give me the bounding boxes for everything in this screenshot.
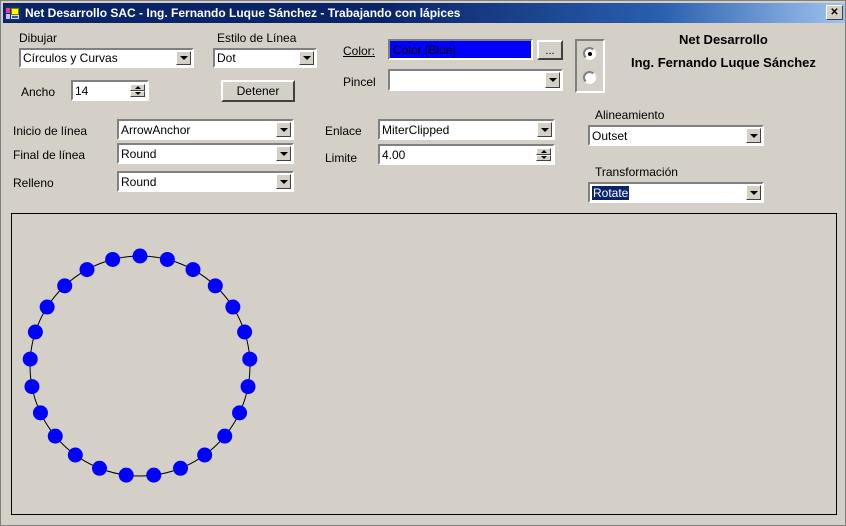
relleno-label: Relleno bbox=[13, 176, 54, 190]
alineamiento-combo[interactable]: Outset bbox=[588, 125, 764, 146]
dibujar-label: Dibujar bbox=[19, 31, 58, 45]
radio-group-panel bbox=[575, 39, 605, 93]
client-area: Dibujar Círculos y Curvas Ancho 14 Inici… bbox=[3, 25, 845, 525]
final-linea-value: Round bbox=[121, 146, 157, 161]
plot-dot bbox=[197, 447, 213, 463]
enlace-value: MiterClipped bbox=[382, 122, 450, 137]
plot-dot bbox=[185, 262, 201, 278]
color-label-text: Color: bbox=[343, 44, 376, 58]
plot-dot bbox=[39, 299, 55, 315]
inicio-linea-label: Inicio de línea bbox=[13, 124, 88, 138]
final-linea-label: Final de línea bbox=[13, 148, 86, 162]
ancho-spin-buttons[interactable] bbox=[130, 84, 145, 97]
estilo-linea-value: Dot bbox=[217, 51, 236, 65]
transformacion-label: Transformación bbox=[595, 165, 678, 179]
plot-dot bbox=[242, 351, 258, 367]
plot-dot bbox=[146, 467, 162, 483]
ancho-value: 14 bbox=[75, 83, 89, 98]
branding-line-2: Ing. Fernando Luque Sánchez bbox=[631, 55, 816, 70]
drawing-surface bbox=[22, 248, 258, 483]
chevron-down-icon[interactable] bbox=[537, 122, 552, 137]
window-title: Net Desarrollo SAC - Ing. Fernando Luque… bbox=[25, 6, 461, 20]
chevron-down-icon[interactable] bbox=[276, 122, 291, 137]
plot-dot bbox=[92, 460, 108, 476]
chevron-down-icon[interactable] bbox=[176, 51, 191, 65]
close-button[interactable]: ✕ bbox=[826, 5, 843, 20]
relleno-combo[interactable]: Round bbox=[117, 171, 294, 192]
dibujar-combo[interactable]: Círculos y Curvas bbox=[19, 48, 194, 68]
spin-down-icon[interactable] bbox=[130, 90, 145, 97]
plot-dot bbox=[79, 262, 95, 278]
window-frame: Net Desarrollo SAC - Ing. Fernando Luque… bbox=[0, 0, 846, 526]
chevron-down-icon[interactable] bbox=[299, 51, 314, 65]
enlace-combo[interactable]: MiterClipped bbox=[378, 119, 555, 140]
plot-dot bbox=[22, 351, 38, 367]
plot-dot bbox=[225, 299, 241, 315]
final-linea-combo[interactable]: Round bbox=[117, 143, 294, 164]
drawing-canvas[interactable] bbox=[11, 213, 837, 515]
chevron-down-icon[interactable] bbox=[746, 185, 761, 200]
chevron-down-icon[interactable] bbox=[545, 72, 560, 88]
limite-label: Limite bbox=[325, 151, 358, 165]
plot-dot bbox=[105, 251, 121, 267]
inicio-linea-combo[interactable]: ArrowAnchor bbox=[117, 119, 294, 140]
pincel-label: Pincel bbox=[343, 75, 376, 89]
chevron-down-icon[interactable] bbox=[746, 128, 761, 143]
limite-stepper[interactable]: 4.00 bbox=[378, 144, 555, 165]
title-bar: Net Desarrollo SAC - Ing. Fernando Luque… bbox=[3, 3, 845, 23]
chevron-down-icon[interactable] bbox=[276, 146, 291, 161]
estilo-linea-label: Estilo de Línea bbox=[217, 31, 297, 45]
transformacion-combo[interactable]: Rotate bbox=[588, 182, 764, 203]
limite-spin-buttons[interactable] bbox=[536, 148, 551, 161]
branding-line-1: Net Desarrollo bbox=[679, 32, 768, 47]
color-browse-button[interactable]: ... bbox=[537, 40, 563, 60]
plot-dot bbox=[159, 251, 175, 267]
plot-dot bbox=[237, 324, 253, 340]
radio-option-1[interactable] bbox=[583, 47, 596, 60]
plot-dot bbox=[118, 467, 134, 483]
alineamiento-value: Outset bbox=[592, 128, 628, 143]
plot-dot bbox=[132, 248, 148, 264]
window-buttons: ✕ bbox=[826, 5, 843, 20]
application-window: Net Desarrollo SAC - Ing. Fernando Luque… bbox=[0, 0, 846, 526]
limite-value: 4.00 bbox=[382, 147, 406, 162]
spin-down-icon[interactable] bbox=[536, 154, 551, 161]
color-swatch[interactable]: Color [Blue] bbox=[388, 39, 533, 60]
plot-dot bbox=[47, 428, 63, 444]
radio-option-2[interactable] bbox=[583, 71, 596, 84]
plot-dot bbox=[57, 278, 73, 294]
ancho-label: Ancho bbox=[21, 85, 56, 99]
color-value: Color [Blue] bbox=[393, 42, 456, 57]
plot-dot bbox=[232, 405, 248, 421]
enlace-label: Enlace bbox=[325, 124, 362, 138]
pincel-combo[interactable] bbox=[388, 69, 563, 91]
plot-dot bbox=[32, 405, 48, 421]
transformacion-value: Rotate bbox=[592, 185, 630, 200]
inicio-linea-value: ArrowAnchor bbox=[121, 122, 191, 137]
plot-dot bbox=[67, 447, 83, 463]
ancho-stepper[interactable]: 14 bbox=[71, 80, 149, 101]
relleno-value: Round bbox=[121, 174, 157, 189]
estilo-linea-combo[interactable]: Dot bbox=[213, 48, 317, 68]
dibujar-value: Círculos y Curvas bbox=[23, 51, 118, 65]
form-icon bbox=[5, 5, 21, 21]
plot-dot bbox=[217, 428, 233, 444]
plot-dot bbox=[27, 324, 43, 340]
color-label: Color: bbox=[343, 44, 375, 58]
plot-dot bbox=[172, 460, 188, 476]
plot-dot bbox=[240, 379, 256, 395]
alineamiento-label: Alineamiento bbox=[595, 108, 665, 122]
plot-dot bbox=[207, 278, 223, 294]
chevron-down-icon[interactable] bbox=[276, 174, 291, 189]
detener-button[interactable]: Detener bbox=[221, 80, 295, 102]
plot-dot bbox=[24, 379, 40, 395]
